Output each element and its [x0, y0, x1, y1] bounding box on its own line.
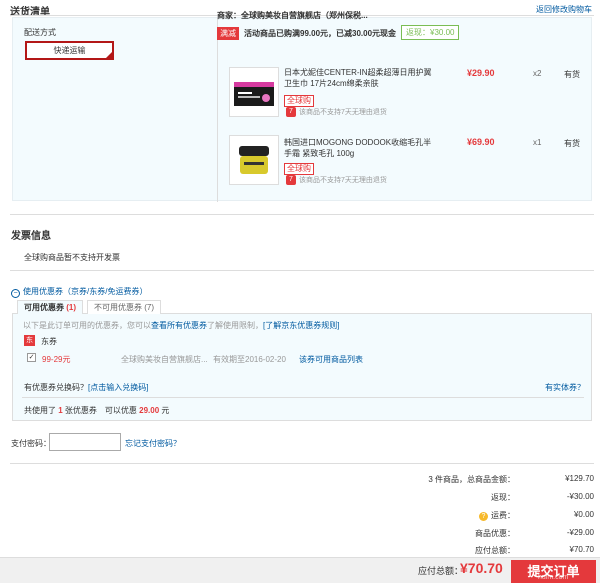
- tab-available-coupons[interactable]: 可用优惠券 (1): [17, 300, 84, 314]
- express-shipping-label: 快递运输: [53, 46, 86, 55]
- no-return-note: 该商品不支持7天无理由退货: [299, 177, 387, 184]
- shipping-fee-row: ? 运费：: [315, 510, 515, 521]
- promo-text: 活动商品已购满99.00元，已减30.00元现金: [244, 29, 397, 38]
- summary-count: 1: [58, 406, 63, 415]
- product-name[interactable]: 日本尤妮佳CENTER-IN超柔超薄日用护翼卫生巾 17片24cm绵柔亲肤: [284, 67, 434, 89]
- coupon-hint-middle: 了解使用限制，: [207, 321, 263, 330]
- stock-status: 有货: [564, 139, 580, 148]
- coupon-expiry: 有效期至2016-02-20: [213, 355, 286, 364]
- shipping-fee-value: ¥0.00: [573, 510, 594, 519]
- total-items-value: ¥129.70: [565, 474, 594, 483]
- use-coupon-toggle[interactable]: − 使用优惠券（京券/东券/免运费券）: [11, 286, 147, 298]
- product-name[interactable]: 韩国进口MOGONG DODOOK收缩毛孔半手霜 紧致毛孔 100g: [284, 137, 434, 159]
- stock-status: 有货: [564, 70, 580, 79]
- product-quantity: x2: [533, 69, 542, 78]
- no-return-note: 该商品不支持7天无理由退货: [299, 109, 387, 116]
- coupon-products-link[interactable]: 该券可用商品列表: [299, 354, 363, 365]
- express-shipping-button[interactable]: 快递运输: [25, 41, 114, 60]
- divider: [10, 463, 594, 464]
- redeem-question: 有优惠券兑换码？: [24, 383, 88, 392]
- discount-label: 商品优惠：: [475, 529, 515, 538]
- cashback-label: 返现：: [491, 493, 515, 502]
- divider: [10, 270, 594, 271]
- tab-unavailable-coupons[interactable]: 不可用优惠券 (7): [87, 300, 161, 314]
- coupon-amount: 99-29元: [42, 355, 71, 364]
- global-purchase-badge: 全球购: [284, 95, 314, 107]
- view-all-coupons-link[interactable]: 查看所有优惠券: [151, 321, 207, 330]
- coupon-checkbox[interactable]: ✓: [27, 353, 36, 362]
- product-image[interactable]: [229, 135, 279, 185]
- forgot-password-link[interactable]: 忘记支付密码？: [125, 438, 181, 449]
- total-items-label: 3 件商品，总商品金额：: [428, 475, 515, 484]
- help-icon[interactable]: ?: [479, 512, 488, 521]
- cashback-value: -¥30.00: [566, 492, 594, 501]
- discount-value: -¥29.00: [566, 528, 594, 537]
- amount-due-value: ¥70.70: [460, 560, 503, 576]
- summary-prefix: 共使用了: [24, 406, 56, 415]
- cream-jar-image: [230, 136, 278, 184]
- summary-suffix: 元: [161, 406, 170, 415]
- pad-package-image: [234, 82, 274, 106]
- tab-available-label: 可用优惠券: [24, 303, 64, 312]
- coupon-hint-text: 以下是此订单可用的优惠券，您可以: [23, 321, 151, 330]
- payable-label: 应付总额：: [475, 546, 515, 555]
- payment-password-label: 支付密码：: [11, 439, 51, 448]
- store-name: 商家：全球购美妆自营旗舰店（郑州保税...: [217, 11, 368, 20]
- collapse-icon: −: [11, 289, 20, 298]
- summary-mid: 张优惠券 可以优惠: [64, 406, 137, 415]
- divider: [22, 397, 584, 398]
- invoice-title: 发票信息: [11, 231, 51, 242]
- selected-corner-icon: [106, 52, 112, 58]
- coupon-rules-link[interactable]: [了解京东优惠券规则]: [263, 321, 339, 330]
- coupon-type-label: 东券: [41, 337, 57, 346]
- shipping-fee-label: 运费：: [491, 511, 515, 520]
- redeem-code-row: 有优惠券兑换码？[点击输入兑换码]: [24, 382, 148, 393]
- use-coupon-label: 使用优惠券（京券/东券/免运费券）: [23, 287, 148, 296]
- no-return-icon: 7: [286, 175, 296, 185]
- tab-available-count: (1): [66, 303, 77, 312]
- product-quantity: x1: [533, 138, 542, 147]
- physical-coupon-link[interactable]: 有实体券？: [545, 382, 585, 393]
- enter-redeem-code-link[interactable]: [点击输入兑换码]: [88, 383, 148, 392]
- global-purchase-badge: 全球购: [284, 163, 314, 175]
- payable-value: ¥70.70: [569, 545, 594, 554]
- coupon-summary: 共使用了 1 张优惠券 可以优惠 29.00 元: [24, 405, 169, 416]
- shipping-method-panel: 配送方式 快递运输: [13, 18, 218, 202]
- invoice-text: 全球购商品暂不支持开发票: [24, 253, 120, 262]
- product-price: ¥29.90: [467, 68, 495, 78]
- coupon-store: 全球购美妆自营旗舰店...: [121, 355, 208, 364]
- summary-amount: 29.00: [139, 406, 160, 415]
- shipping-method-label: 配送方式: [24, 28, 56, 37]
- return-to-cart-link[interactable]: 返回修改购物车: [536, 4, 592, 15]
- checkout-bar: [0, 557, 600, 583]
- watermark: huim.com: [538, 574, 569, 581]
- promo-tag: 满减: [217, 27, 239, 40]
- coupon-hint: 以下是此订单可用的优惠券，您可以查看所有优惠券了解使用限制，[了解京东优惠券规则…: [23, 320, 339, 331]
- product-price: ¥69.90: [467, 137, 495, 147]
- amount-due-label: 应付总额：: [418, 566, 464, 576]
- promo-saved-badge: 返现：¥30.00: [401, 25, 460, 40]
- payment-password-input[interactable]: [49, 433, 121, 451]
- no-return-icon: 7: [286, 107, 296, 117]
- divider: [10, 214, 594, 215]
- dong-coupon-icon: 东: [24, 335, 35, 346]
- product-image[interactable]: [229, 67, 279, 117]
